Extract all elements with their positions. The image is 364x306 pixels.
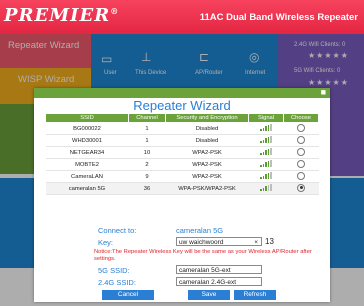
channel-cell: 9 <box>128 170 166 183</box>
signal-cell <box>248 158 284 171</box>
ssid24-input[interactable]: cameralan 2.4G-ext <box>176 277 262 286</box>
ssid-cell: MOBTE2 <box>45 158 129 171</box>
channel-cell: 36 <box>128 182 166 195</box>
security-cell: WPA-PSK/WPA2-PSK <box>165 182 249 195</box>
choose-radio[interactable] <box>297 183 305 192</box>
app-header: PREMIER® 11AC Dual Band Wireless Repeate… <box>0 0 364 34</box>
key-label: Key: <box>98 238 114 247</box>
table-row[interactable]: CameraLAN 9 WPA2-PSK <box>45 170 319 183</box>
choose-radio[interactable] <box>297 135 305 144</box>
signal-strength-icon <box>260 148 272 155</box>
choose-radio[interactable] <box>297 171 305 180</box>
signal-cell <box>248 182 284 195</box>
table-row[interactable]: BG000022 1 Disabled <box>45 122 319 135</box>
signal-strength-icon <box>260 124 272 131</box>
brand-logo: PREMIER® <box>4 5 120 26</box>
save-button[interactable]: Save <box>188 290 230 300</box>
ssid-cell: CameraLAN <box>45 170 129 183</box>
cancel-button[interactable]: Cancel <box>102 290 154 300</box>
signal-strength-icon <box>260 160 272 167</box>
table-row[interactable]: NETGEAR34 10 WPA2-PSK <box>45 146 319 159</box>
dialog-titlebar: ■ <box>34 87 330 98</box>
security-cell: WPA2-PSK <box>165 146 249 159</box>
repeater-wizard-dialog: ■ Repeater Wizard SSID Channel Security … <box>34 87 330 302</box>
table-row[interactable]: cameralan 5G 36 WPA-PSK/WPA2-PSK <box>45 182 319 195</box>
signal-cell <box>248 134 284 147</box>
channel-cell: 1 <box>128 134 166 147</box>
choose-cell <box>283 158 319 171</box>
ssid-cell: BG000022 <box>45 122 129 135</box>
security-cell: WPA2-PSK <box>165 158 249 171</box>
network-table: SSID Channel Security and Encryption Sig… <box>45 113 319 195</box>
security-cell: WPA2-PSK <box>165 170 249 183</box>
refresh-button[interactable]: Refresh <box>234 290 276 300</box>
ssid5-label: 5G SSID: <box>98 266 130 275</box>
choose-cell <box>283 182 319 195</box>
close-icon[interactable]: ■ <box>321 87 326 97</box>
col-security: Security and Encryption <box>165 113 249 123</box>
choose-cell <box>283 146 319 159</box>
signal-strength-icon <box>260 184 272 191</box>
security-cell: Disabled <box>165 122 249 135</box>
table-row[interactable]: MOBTE2 2 WPA2-PSK <box>45 158 319 171</box>
signal-cell <box>248 146 284 159</box>
ssid-cell: NETGEAR34 <box>45 146 129 159</box>
col-channel: Channel <box>128 113 166 123</box>
dialog-title: Repeater Wizard <box>133 98 231 113</box>
choose-radio[interactable] <box>297 159 305 168</box>
channel-cell: 10 <box>128 146 166 159</box>
col-signal: Signal <box>248 113 284 123</box>
channel-cell: 1 <box>128 122 166 135</box>
signal-cell <box>248 170 284 183</box>
choose-radio[interactable] <box>297 147 305 156</box>
ssid24-label: 2.4G SSID: <box>98 278 136 287</box>
choose-cell <box>283 122 319 135</box>
model-title: 11AC Dual Band Wireless Repeater <box>199 12 358 23</box>
ssid-cell: WHD30001 <box>45 134 129 147</box>
choose-cell <box>283 170 319 183</box>
connect-value: cameralan 5G <box>176 226 224 235</box>
signal-cell <box>248 122 284 135</box>
connect-label: Connect to: <box>98 226 137 235</box>
clear-icon[interactable]: × <box>254 238 258 247</box>
ssid5-input[interactable]: cameralan 5G-ext <box>176 265 262 274</box>
choose-cell <box>283 134 319 147</box>
ssid-cell: cameralan 5G <box>45 182 129 195</box>
security-cell: Disabled <box>165 134 249 147</box>
channel-cell: 2 <box>128 158 166 171</box>
key-length: 13 <box>265 237 274 246</box>
signal-strength-icon <box>260 172 272 179</box>
col-ssid: SSID <box>45 113 129 123</box>
choose-radio[interactable] <box>297 123 305 132</box>
table-row[interactable]: WHD30001 1 Disabled <box>45 134 319 147</box>
key-input[interactable]: uw waichwoord × <box>176 237 262 246</box>
notice-text: Notice:The Repeater Wireless Key will be… <box>94 249 312 262</box>
signal-strength-icon <box>260 136 272 143</box>
col-choose: Choose <box>283 113 319 123</box>
